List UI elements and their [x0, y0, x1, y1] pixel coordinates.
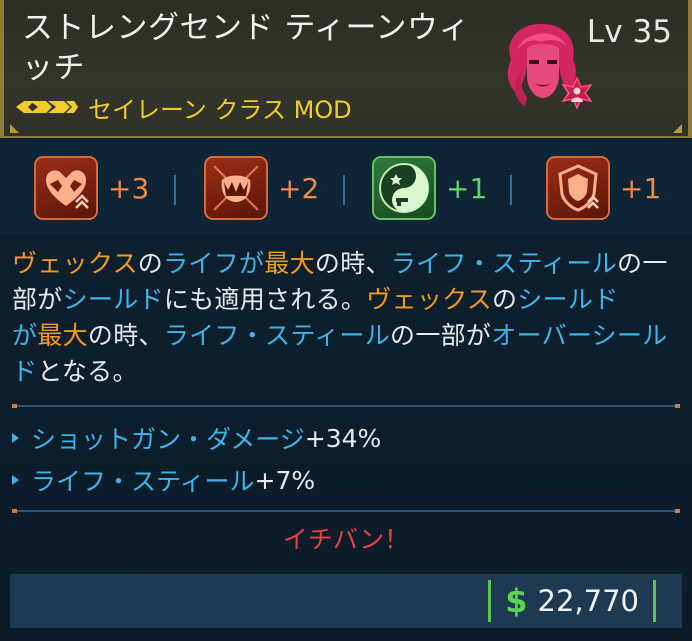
desc-text: の	[491, 285, 518, 314]
corner-accent-right	[673, 124, 682, 133]
item-description: ヴェックスのライフが最大の時、ライフ・スティールの一部がシールドにも適用される。…	[12, 246, 680, 390]
bullet-arrow-icon	[12, 433, 19, 443]
stat-name: ライフ・スティール	[31, 467, 255, 496]
skill-bonus-value: +1	[446, 171, 488, 205]
item-card: ストレングセンド ティーンウィッチ Lv 35 セイレーン クラス MOD +3…	[0, 0, 692, 641]
item-price: $ 22,770	[488, 580, 656, 622]
stat-value: +34%	[304, 423, 382, 453]
desc-term-max: 最大	[37, 321, 88, 350]
desc-text: の時、	[314, 249, 391, 278]
desc-term-life: ライフ	[163, 249, 239, 278]
skill-bonus-4[interactable]: +1	[546, 156, 661, 220]
desc-term-vex: ヴェックス	[366, 285, 492, 314]
header-left-accent	[0, 0, 4, 136]
section-divider	[12, 404, 680, 408]
desc-text: の一部が	[390, 321, 492, 350]
desc-text: の	[137, 249, 164, 278]
item-type: セイレーン クラス MOD	[88, 95, 352, 124]
strength-heart-icon	[34, 156, 98, 220]
yin-yang-gun-icon	[372, 156, 436, 220]
skill-divider	[343, 175, 345, 205]
bullet-arrow-icon	[12, 475, 19, 485]
skill-bonus-3[interactable]: +1	[372, 156, 487, 220]
stat-line-life-steal: ライフ・スティール +7%	[12, 462, 315, 498]
desc-text: の時、	[87, 321, 164, 350]
skill-bonus-2[interactable]: +2	[204, 156, 319, 220]
desc-term-life-steal: ライフ・スティール	[163, 321, 391, 350]
stat-value: +7%	[254, 465, 316, 495]
item-type-row: セイレーン クラス MOD	[16, 90, 352, 124]
skill-bonus-value: +1	[620, 171, 662, 205]
skill-bonus-value: +2	[278, 171, 320, 205]
stat-name: ショットガン・ダメージ	[31, 425, 305, 454]
desc-text: が	[238, 249, 265, 278]
section-divider	[12, 509, 680, 513]
desc-text: となる。	[37, 357, 138, 386]
desc-text: にも適用される。	[163, 285, 367, 314]
stat-line-shotgun-damage: ショットガン・ダメージ +34%	[12, 420, 381, 456]
skill-bonus-value: +3	[108, 171, 150, 205]
skill-divider	[174, 175, 176, 205]
desc-term-shield: シールド	[62, 285, 164, 314]
item-header: ストレングセンド ティーンウィッチ Lv 35 セイレーン クラス MOD	[0, 0, 692, 138]
corner-accent-left	[10, 124, 19, 133]
level-value: 35	[632, 14, 672, 50]
desc-term-max: 最大	[264, 249, 315, 278]
legendary-rarity-icon	[16, 99, 78, 115]
price-amount: 22,770	[537, 584, 639, 618]
fanged-mouth-icon	[204, 156, 268, 220]
header-right-accent	[688, 0, 692, 136]
desc-term-vex: ヴェックス	[12, 249, 138, 278]
item-level: Lv 35	[587, 14, 672, 50]
dollar-icon: $	[505, 582, 528, 620]
flavor-text: イチバン！	[282, 525, 410, 554]
desc-term-life-steal: ライフ・スティール	[390, 249, 618, 278]
shield-crest-icon	[546, 156, 610, 220]
desc-term-shield: シールド	[517, 285, 619, 314]
item-title: ストレングセンド ティーンウィッチ	[22, 10, 470, 86]
desc-text: が	[12, 321, 38, 350]
siren-portrait-icon	[493, 20, 593, 116]
skill-divider	[510, 175, 512, 205]
skill-bonus-1[interactable]: +3	[34, 156, 149, 220]
price-bar: $ 22,770	[10, 574, 682, 628]
skill-bonuses-row: +3 +2 +1 +1	[0, 142, 692, 234]
